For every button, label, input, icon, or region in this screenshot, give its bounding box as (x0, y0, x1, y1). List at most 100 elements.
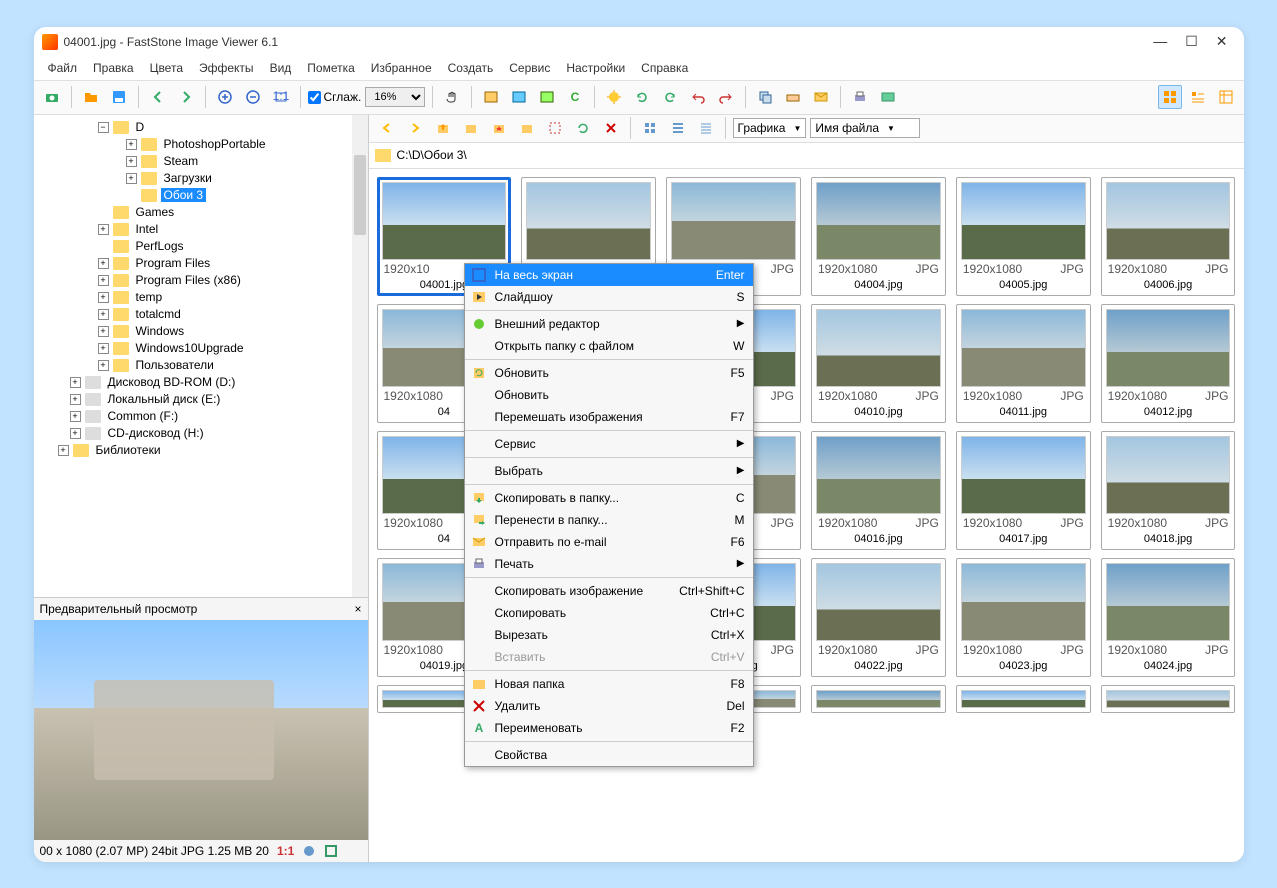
ctx-Печать[interactable]: Печать▶ (465, 553, 753, 575)
zoom-in-icon[interactable] (213, 85, 237, 109)
ctx-Обновить[interactable]: Обновить (465, 384, 753, 406)
tree-node[interactable]: +Program Files (38, 255, 364, 272)
thumbnail[interactable]: 1920x1080JPG04010.jpg (811, 304, 946, 423)
view3-icon[interactable] (694, 116, 718, 140)
tree-node[interactable]: +Steam (38, 153, 364, 170)
view-detail-icon[interactable] (1214, 85, 1238, 109)
path-input[interactable] (397, 148, 1238, 162)
zoom-out-icon[interactable] (241, 85, 265, 109)
tree-node[interactable]: +CD-дисковод (H:) (38, 425, 364, 442)
save-icon[interactable] (107, 85, 131, 109)
minimize-button[interactable]: — (1153, 33, 1167, 50)
tree-node[interactable]: +temp (38, 289, 364, 306)
folder-tree[interactable]: −D+PhotoshopPortable+Steam+ЗагрузкиОбои … (34, 115, 368, 597)
ctx-Скопировать изображение[interactable]: Скопировать изображениеCtrl+Shift+C (465, 580, 753, 602)
thumbnail[interactable]: 1920x1080JPG04018.jpg (1101, 431, 1236, 550)
close-button[interactable]: ✕ (1216, 33, 1228, 50)
preview-image[interactable] (34, 620, 368, 840)
menu-Сервис[interactable]: Сервис (501, 58, 558, 78)
ctx-Отправить по e-mail[interactable]: Отправить по e-mailF6 (465, 531, 753, 553)
redo-icon[interactable] (714, 85, 738, 109)
rotate-right-icon[interactable] (658, 85, 682, 109)
tree-node[interactable]: +Локальный диск (E:) (38, 391, 364, 408)
thumbnail[interactable]: 1920x1080JPG04004.jpg (811, 177, 946, 296)
nav-home-icon[interactable] (459, 116, 483, 140)
menu-Создать[interactable]: Создать (440, 58, 502, 78)
print-icon[interactable] (848, 85, 872, 109)
tree-node[interactable]: PerfLogs (38, 238, 364, 255)
thumbnail[interactable] (1101, 685, 1236, 713)
nav-back-icon[interactable] (375, 116, 399, 140)
smooth-checkbox[interactable]: Сглаж. (308, 90, 362, 104)
mail-icon[interactable] (809, 85, 833, 109)
tree-node[interactable]: +Windows (38, 323, 364, 340)
tree-node[interactable]: +Program Files (x86) (38, 272, 364, 289)
ctx-На весь экран[interactable]: На весь экранEnter (465, 264, 753, 286)
rotate-left-icon[interactable] (630, 85, 654, 109)
enhance-icon[interactable] (602, 85, 626, 109)
nav-up-icon[interactable] (431, 116, 455, 140)
view-list-icon[interactable] (1186, 85, 1210, 109)
thumbnail[interactable]: 1920x1080JPG04011.jpg (956, 304, 1091, 423)
tree-scrollbar[interactable] (352, 115, 368, 597)
ctx-Переименовать[interactable]: AПереименоватьF2 (465, 717, 753, 739)
ctx-Удалить[interactable]: УдалитьDel (465, 695, 753, 717)
tree-node[interactable]: +Загрузки (38, 170, 364, 187)
tree-node[interactable]: +Common (F:) (38, 408, 364, 425)
ctx-Перенести в папку...[interactable]: Перенести в папку...M (465, 509, 753, 531)
scanner-icon[interactable] (781, 85, 805, 109)
tree-node[interactable]: +Дисковод BD-ROM (D:) (38, 374, 364, 391)
tool4-icon[interactable]: C (563, 85, 587, 109)
menu-Справка[interactable]: Справка (633, 58, 696, 78)
menu-Цвета[interactable]: Цвета (142, 58, 191, 78)
menu-Избранное[interactable]: Избранное (363, 58, 440, 78)
tree-node[interactable]: −D (38, 119, 364, 136)
nav-fwd-icon[interactable] (403, 116, 427, 140)
ctx-Открыть папку с файлом[interactable]: Открыть папку с файломW (465, 335, 753, 357)
tree-node[interactable]: Games (38, 204, 364, 221)
zoom-select[interactable]: 16% (365, 87, 425, 107)
tree-node[interactable]: +totalcmd (38, 306, 364, 323)
menu-Эффекты[interactable]: Эффекты (191, 58, 262, 78)
forward-icon[interactable] (174, 85, 198, 109)
hand-icon[interactable] (440, 85, 464, 109)
tree-node[interactable]: +Windows10Upgrade (38, 340, 364, 357)
ctx-Внешний редактор[interactable]: Внешний редактор▶ (465, 313, 753, 335)
thumbnail[interactable]: 1920x1080JPG04022.jpg (811, 558, 946, 677)
refresh-icon[interactable] (571, 116, 595, 140)
undo-icon[interactable] (686, 85, 710, 109)
view-thumbs-icon[interactable] (1158, 85, 1182, 109)
tool3-icon[interactable] (535, 85, 559, 109)
menu-Вид[interactable]: Вид (262, 58, 300, 78)
settings-icon[interactable] (876, 85, 900, 109)
fav-icon[interactable] (487, 116, 511, 140)
tree-node[interactable]: +Пользователи (38, 357, 364, 374)
filter-dropdown[interactable]: Графика▼ (733, 118, 807, 138)
ctx-Выбрать[interactable]: Выбрать▶ (465, 460, 753, 482)
sort-dropdown[interactable]: Имя файла▼ (810, 118, 920, 138)
menu-Настройки[interactable]: Настройки (558, 58, 633, 78)
back-icon[interactable] (146, 85, 170, 109)
ctx-Скопировать[interactable]: СкопироватьCtrl+C (465, 602, 753, 624)
tree-node[interactable]: +Библиотеки (38, 442, 364, 459)
view2-icon[interactable] (666, 116, 690, 140)
fullscreen-icon[interactable] (324, 844, 338, 858)
ctx-Обновить[interactable]: ОбновитьF5 (465, 362, 753, 384)
ctx-Скопировать в папку...[interactable]: Скопировать в папку...C (465, 487, 753, 509)
ctx-Перемешать изображения[interactable]: Перемешать изображенияF7 (465, 406, 753, 428)
ctx-Сервис[interactable]: Сервис▶ (465, 433, 753, 455)
ctx-Вырезать[interactable]: ВырезатьCtrl+X (465, 624, 753, 646)
delete-icon[interactable] (599, 116, 623, 140)
newfolder-icon[interactable] (515, 116, 539, 140)
view1-icon[interactable] (638, 116, 662, 140)
tree-node[interactable]: +Intel (38, 221, 364, 238)
menu-Файл[interactable]: Файл (40, 58, 86, 78)
preview-close-icon[interactable]: × (354, 602, 361, 616)
copy-icon[interactable] (753, 85, 777, 109)
zoom-reset-icon[interactable]: 1:1 (269, 85, 293, 109)
ctx-Новая папка[interactable]: Новая папкаF8 (465, 673, 753, 695)
open-icon[interactable] (79, 85, 103, 109)
menu-Пометка[interactable]: Пометка (299, 58, 363, 78)
tool2-icon[interactable] (507, 85, 531, 109)
ctx-Свойства[interactable]: Свойства (465, 744, 753, 766)
